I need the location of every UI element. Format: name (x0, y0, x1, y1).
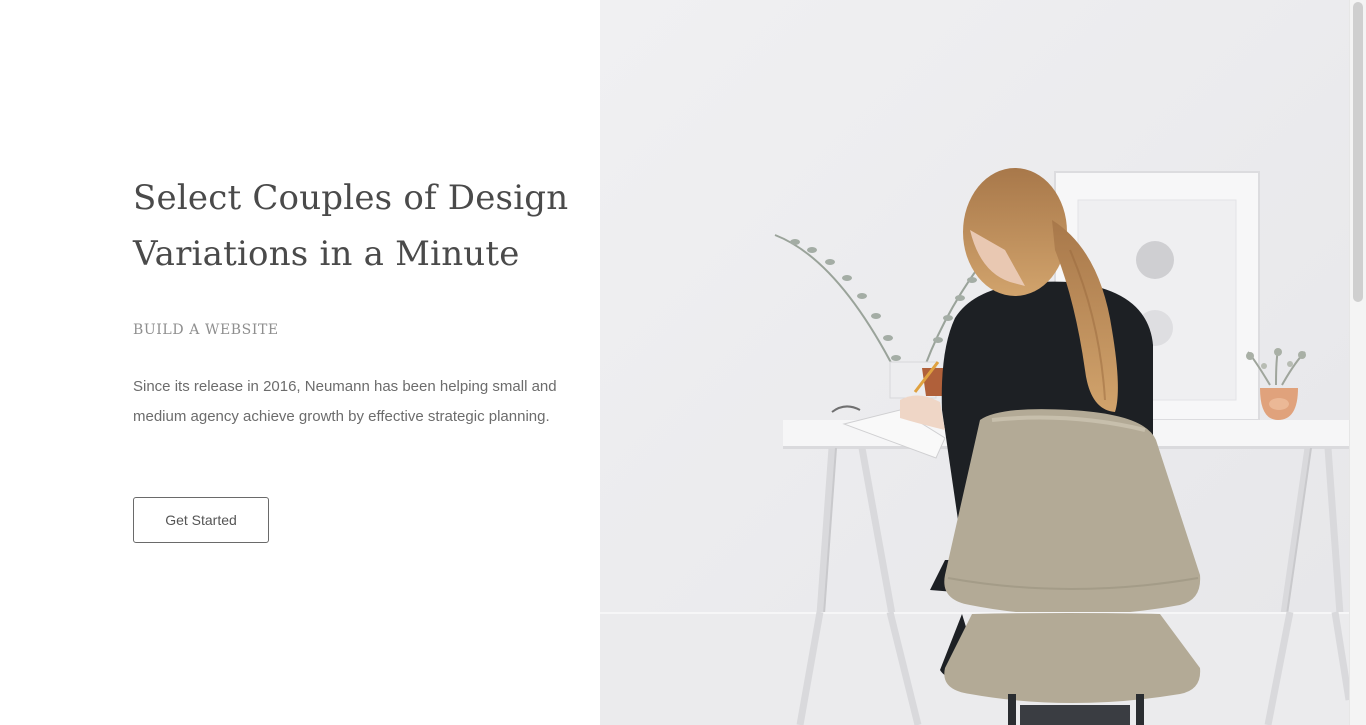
hero-headline: Select Couples of Design Variations in a… (133, 170, 573, 282)
get-started-button[interactable]: Get Started (133, 497, 269, 543)
headline-line-2: Variations in a Minute (133, 234, 520, 274)
hero-subtitle: BUILD A WEBSITE (133, 322, 279, 338)
hero-photo (600, 0, 1349, 725)
headline-line-1: Select Couples of Design (133, 178, 569, 218)
hero-text-panel: Select Couples of Design Variations in a… (0, 0, 600, 725)
page-scrollbar[interactable] (1349, 0, 1366, 725)
scrollbar-thumb[interactable] (1353, 2, 1363, 302)
hero-description: Since its release in 2016, Neumann has b… (133, 378, 557, 425)
image-seam-band (600, 611, 1349, 725)
woman-at-desk-illustration (600, 0, 1349, 725)
